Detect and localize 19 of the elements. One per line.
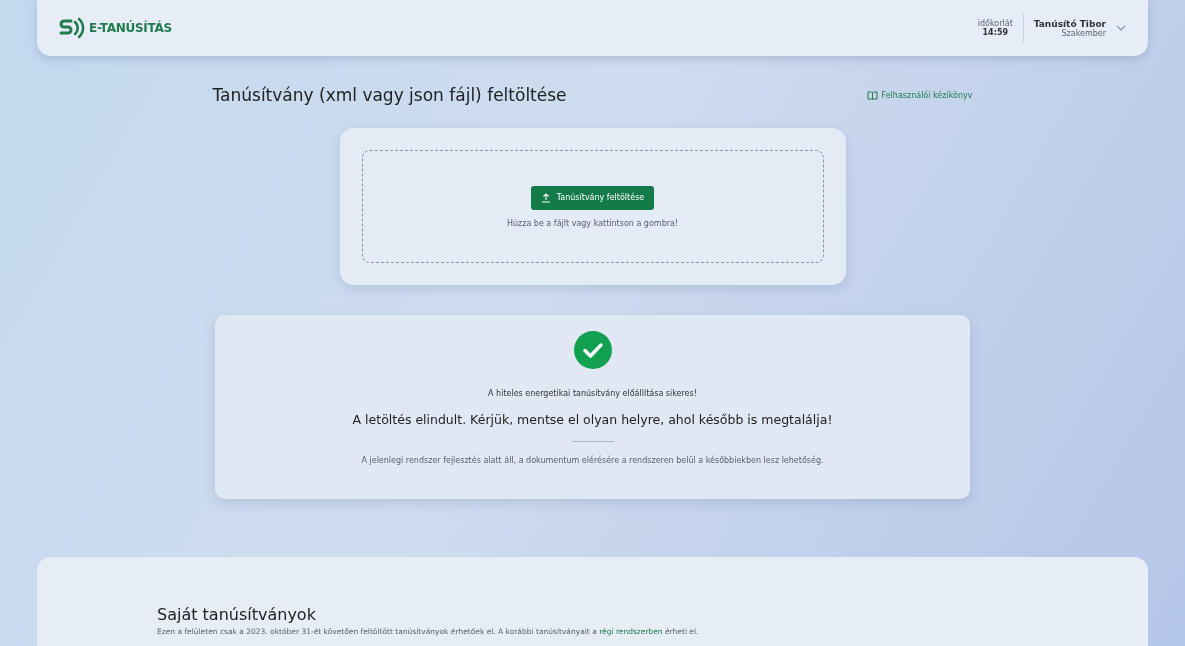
upload-icon xyxy=(540,192,551,203)
chevron-down-icon[interactable] xyxy=(1116,25,1126,31)
book-icon xyxy=(866,90,878,100)
user-manual-link[interactable]: Felhasználói kézikönyv xyxy=(866,90,973,100)
development-note: A jelenlegi rendszer fejlesztés alatt áll, a dokumentum elérésére a rendszeren belül a későbbiekben lesz lehetőség. xyxy=(361,456,824,465)
user-role: Szakember xyxy=(1061,28,1106,38)
time-limit-label: időkorlát xyxy=(977,19,1013,28)
drop-zone[interactable]: Tanúsítvány feltöltése Húzza be a fájlt vagy kattintson a gombra! xyxy=(361,150,824,263)
drop-hint-text: Húzza be a fájlt vagy kattintson a gombra! xyxy=(506,218,679,228)
time-limit-value: 14:59 xyxy=(982,28,1008,37)
upload-button[interactable]: Tanúsítvány feltöltése xyxy=(530,185,655,210)
section-title: Saját tanúsítványok xyxy=(157,605,317,624)
logo-text: E-TANÚSÍTÁS xyxy=(89,21,172,35)
user-name[interactable]: Tanúsító Tibor xyxy=(1033,18,1106,29)
page-title: Tanúsítvány (xml vagy json fájl) feltöltése xyxy=(212,85,567,105)
success-headline: A hiteles energetikai tanúsítvány előállítása sikeres! xyxy=(488,389,697,398)
download-message: A letöltés elindult. Kérjük, mentse el olyan helyre, ahol később is megtalálja! xyxy=(352,412,833,427)
logo-icon xyxy=(59,17,85,39)
check-circle-icon xyxy=(573,331,612,369)
